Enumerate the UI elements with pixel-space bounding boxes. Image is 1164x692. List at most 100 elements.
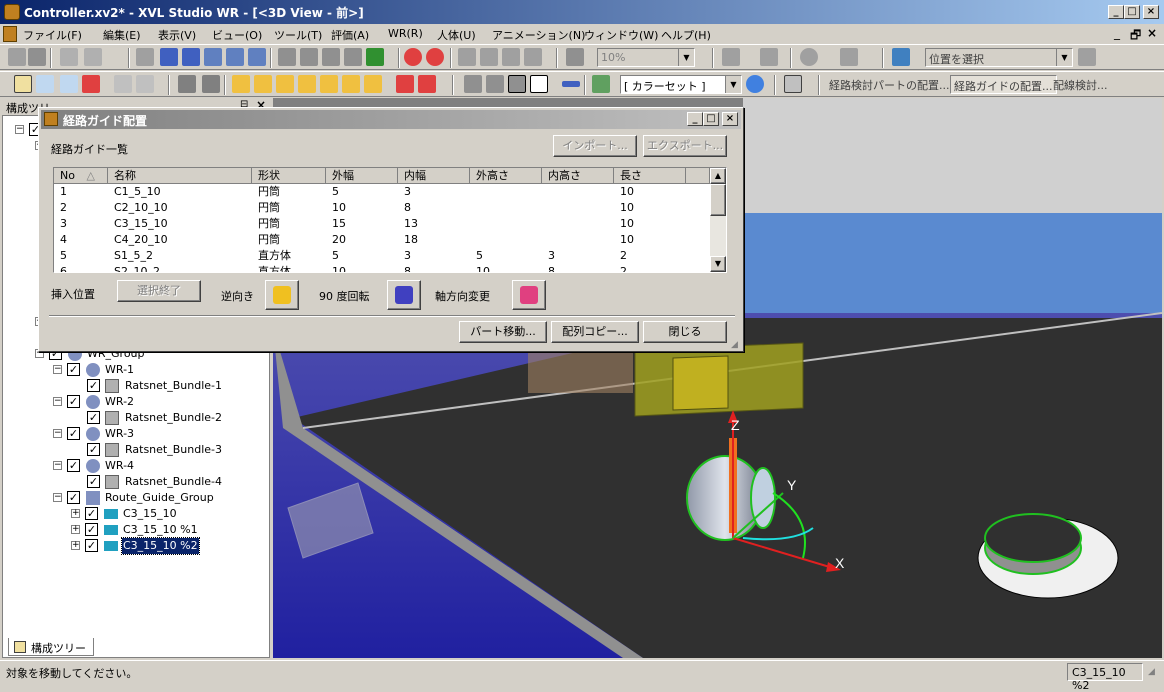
arrange-icon[interactable] xyxy=(760,48,778,66)
table-cell[interactable]: 4 xyxy=(60,232,67,248)
col-header-name[interactable]: 名称 xyxy=(108,168,252,184)
shaded-icon[interactable] xyxy=(486,75,504,93)
human-reach-icon[interactable] xyxy=(524,48,542,66)
tree-checkbox[interactable]: ✓ xyxy=(67,395,80,408)
route-part-button[interactable]: 経路検討パートの配置... xyxy=(826,75,953,94)
col-header-no[interactable]: No △ xyxy=(54,168,108,184)
record-icon[interactable] xyxy=(404,48,422,66)
dialog-minimize-button[interactable]: _ xyxy=(687,112,703,126)
window-icon[interactable] xyxy=(60,75,78,93)
dialog-title-bar[interactable]: 経路ガイド配置 _ □ × xyxy=(41,110,741,129)
line-icon[interactable] xyxy=(562,81,580,87)
circle-tool-icon[interactable] xyxy=(800,48,818,66)
mdi-document-icon[interactable] xyxy=(3,26,17,42)
menu-wr[interactable]: WR(R) xyxy=(388,27,423,40)
table-cell[interactable]: 13 xyxy=(404,216,418,232)
clearance-icon[interactable] xyxy=(322,48,340,66)
table-cell[interactable]: 8 xyxy=(404,264,411,272)
table-cell[interactable]: C2_10_10 xyxy=(114,200,168,216)
rotate-90-button[interactable] xyxy=(387,280,421,310)
chevron-down-icon[interactable]: ▼ xyxy=(678,49,694,66)
table-cell[interactable]: C1_5_10 xyxy=(114,184,161,200)
menu-edit[interactable]: 編集(E) xyxy=(103,27,141,43)
menu-view[interactable]: 表示(V) xyxy=(158,27,196,43)
table-cell[interactable]: 3 xyxy=(548,248,555,264)
rotate-left-icon[interactable] xyxy=(396,75,414,93)
table-cell[interactable]: 3 xyxy=(404,184,411,200)
table-cell[interactable]: 6 xyxy=(60,264,67,272)
menu-help[interactable]: ヘルプ(H) xyxy=(661,27,711,43)
undo-icon[interactable] xyxy=(60,48,78,66)
tree-checkbox[interactable]: ✓ xyxy=(87,379,100,392)
filter-icon[interactable] xyxy=(82,75,100,93)
position-icon[interactable] xyxy=(892,48,910,66)
table-cell[interactable]: 10 xyxy=(620,200,634,216)
table-cell[interactable]: 20 xyxy=(332,232,346,248)
new-file-icon[interactable] xyxy=(8,48,26,66)
table-cell[interactable]: C4_20_10 xyxy=(114,232,168,248)
table-cell[interactable]: S2_10_2 xyxy=(114,264,160,272)
table-cell[interactable]: 5 xyxy=(60,248,67,264)
tree-tab[interactable]: 構成ツリー xyxy=(8,638,94,656)
status-grip-icon[interactable]: ◢ xyxy=(1148,667,1155,677)
table-cell[interactable]: 2 xyxy=(620,248,627,264)
zoom-window-icon[interactable] xyxy=(226,48,244,66)
table-cell[interactable]: 10 xyxy=(332,200,346,216)
tree-checkbox[interactable]: ✓ xyxy=(85,539,98,552)
menu-tools[interactable]: ツール(T) xyxy=(274,27,322,43)
move-icon[interactable] xyxy=(182,48,200,66)
human-view-icon[interactable] xyxy=(502,48,520,66)
redo-icon[interactable] xyxy=(84,48,102,66)
mdi-close-button[interactable]: × xyxy=(1147,26,1157,40)
guide-list-table[interactable]: No △ 名称 形状 外幅 内幅 外高さ 内高さ 長さ 1 C1_5_10 円筒 5 3… xyxy=(53,167,727,273)
menu-animation[interactable]: アニメーション(N) xyxy=(492,27,585,43)
window-title-bar[interactable]: Controller.xv2* - XVL Studio WR - [<3D V… xyxy=(0,0,1164,24)
table-cell[interactable]: 2 xyxy=(620,264,627,272)
menu-window[interactable]: ウィンドウ(W) xyxy=(584,27,658,43)
edit-icon[interactable] xyxy=(114,75,132,93)
expander-icon[interactable]: + xyxy=(71,541,80,550)
tree-checkbox[interactable]: ✓ xyxy=(87,475,100,488)
tree-checkbox[interactable]: ✓ xyxy=(85,507,98,520)
move-part-button[interactable]: パート移動... xyxy=(459,321,547,343)
col-header-outer-width[interactable]: 外幅 xyxy=(326,168,398,184)
export-button[interactable]: エクスポート... xyxy=(643,135,727,157)
table-cell[interactable]: 5 xyxy=(332,184,339,200)
maximize-button[interactable]: □ xyxy=(1124,5,1140,19)
table-cell[interactable]: S1_5_2 xyxy=(114,248,153,264)
app-icon[interactable] xyxy=(4,4,20,20)
expander-icon[interactable]: − xyxy=(53,461,62,470)
col-header-inner-height[interactable]: 内高さ xyxy=(542,168,614,184)
expander-icon[interactable]: + xyxy=(71,525,80,534)
select-done-button[interactable]: 選択終了 xyxy=(117,280,201,302)
view-right-icon[interactable] xyxy=(298,75,316,93)
menu-file[interactable]: ファイル(F) xyxy=(23,27,82,43)
col-header-length[interactable]: 長さ xyxy=(614,168,686,184)
chart-tool-icon[interactable] xyxy=(840,48,858,66)
table-cell[interactable]: 10 xyxy=(620,232,634,248)
interference-icon[interactable] xyxy=(344,48,362,66)
resize-grip-icon[interactable]: ◢ xyxy=(731,340,738,350)
close-button[interactable]: × xyxy=(1143,5,1159,19)
tree-checkbox[interactable]: ✓ xyxy=(87,411,100,424)
table-cell[interactable]: 直方体 xyxy=(258,248,291,264)
section-icon[interactable] xyxy=(300,48,318,66)
table-cell[interactable]: 1 xyxy=(60,184,67,200)
table-cell[interactable]: 18 xyxy=(404,232,418,248)
table-cell[interactable]: 10 xyxy=(332,264,346,272)
color-set-combo[interactable]: [ カラーセット ] ▼ xyxy=(620,75,742,94)
color-icon[interactable] xyxy=(592,75,610,93)
human-tool-icon[interactable] xyxy=(458,48,476,66)
check-icon[interactable] xyxy=(366,48,384,66)
view-window-icon[interactable] xyxy=(36,75,54,93)
import-button[interactable]: インポート... xyxy=(553,135,637,157)
chevron-down-icon[interactable]: ▼ xyxy=(725,76,741,93)
table-cell[interactable]: 円筒 xyxy=(258,200,280,216)
wireframe-icon[interactable] xyxy=(464,75,482,93)
table-cell[interactable]: 10 xyxy=(620,216,634,232)
col-header-inner-width[interactable]: 内幅 xyxy=(398,168,470,184)
view-iso-icon[interactable] xyxy=(364,75,382,93)
expander-icon[interactable]: − xyxy=(53,397,62,406)
menu-human[interactable]: 人体(U) xyxy=(437,27,476,43)
human-posture-icon[interactable] xyxy=(480,48,498,66)
